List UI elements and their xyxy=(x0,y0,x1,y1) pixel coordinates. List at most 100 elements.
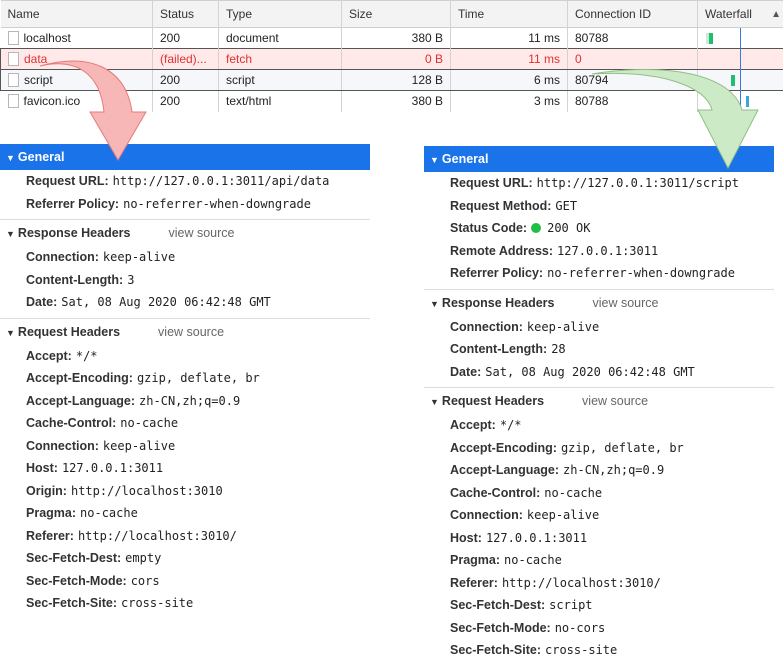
request-size: 0 B xyxy=(341,48,451,70)
triangle-down-icon: ▼ xyxy=(430,397,439,407)
header-value: gzip, deflate, br xyxy=(136,371,260,385)
header-key: Date: xyxy=(26,295,58,309)
header-row: Connection: keep-alive xyxy=(0,246,370,269)
request-size: 380 B xyxy=(341,90,451,112)
request-name: script xyxy=(24,73,53,87)
header-key: Referrer Policy: xyxy=(26,196,120,211)
table-row-failed[interactable]: data (failed)... fetch 0 B 11 ms 0 xyxy=(0,48,783,70)
response-headers-section-header[interactable]: ▼ Response Headers view source xyxy=(424,290,774,316)
request-size: 380 B xyxy=(341,27,451,49)
header-value: http://localhost:3010/ xyxy=(77,528,237,543)
header-value: http://127.0.0.1:3011/script xyxy=(536,176,739,190)
triangle-down-icon: ▼ xyxy=(6,153,15,163)
header-key: Accept-Language: xyxy=(26,393,136,408)
header-row: Sec-Fetch-Dest: script xyxy=(424,594,774,617)
header-key: Sec-Fetch-Dest: xyxy=(450,598,546,612)
header-row: Content-Length: 3 xyxy=(0,269,370,292)
header-value: http://127.0.0.1:3011/api/data xyxy=(112,174,330,188)
table-row[interactable]: localhost 200 document 380 B 11 ms 80788 xyxy=(0,27,783,49)
col-connection-id-header[interactable]: Connection ID xyxy=(567,0,698,28)
col-status-header[interactable]: Status xyxy=(152,0,219,28)
header-row: Accept: */* xyxy=(424,414,774,437)
header-value: no-cache xyxy=(544,485,603,500)
request-connection-id: 0 xyxy=(567,48,698,70)
header-row: Date: Sat, 08 Aug 2020 06:42:48 GMT xyxy=(424,361,774,384)
header-value: script xyxy=(549,598,593,612)
request-name: favicon.ico xyxy=(23,94,81,109)
col-time-header[interactable]: Time xyxy=(450,0,568,28)
header-value: 3 xyxy=(127,272,135,287)
header-key: Referrer Policy: xyxy=(450,266,544,280)
col-type-header[interactable]: Type xyxy=(218,0,342,28)
header-value: Sat, 08 Aug 2020 06:42:48 GMT xyxy=(61,295,271,309)
view-source-link[interactable]: view source xyxy=(592,296,658,310)
header-row: Sec-Fetch-Site: cross-site xyxy=(424,639,774,662)
header-row: Remote Address: 127.0.0.1:3011 xyxy=(424,240,774,263)
response-headers-section-header[interactable]: ▼ Response Headers view source xyxy=(0,220,370,246)
general-section-header[interactable]: ▼ General xyxy=(424,146,774,172)
network-request-table: Name Status Type Size Time Connection ID… xyxy=(0,0,783,124)
view-source-link[interactable]: view source xyxy=(158,325,224,339)
header-row: Sec-Fetch-Dest: empty xyxy=(0,547,370,570)
header-key: Pragma: xyxy=(450,553,501,567)
header-key: Origin: xyxy=(26,483,67,498)
request-status: 200 xyxy=(152,27,219,49)
header-value: cors xyxy=(130,573,160,588)
col-size-header[interactable]: Size xyxy=(341,0,451,28)
header-key: Accept: xyxy=(26,348,72,363)
general-section-header[interactable]: ▼ General xyxy=(0,144,370,170)
header-row: Cache-Control: no-cache xyxy=(0,412,370,435)
col-waterfall-header[interactable]: Waterfall ▲ xyxy=(697,0,783,28)
header-value: 127.0.0.1:3011 xyxy=(485,530,588,545)
header-row: Connection: keep-alive xyxy=(424,316,774,339)
section-title: General xyxy=(17,150,65,164)
request-type: script xyxy=(218,69,342,91)
view-source-link[interactable]: view source xyxy=(582,394,648,408)
header-key: Content-Length: xyxy=(450,342,548,356)
header-value: keep-alive xyxy=(102,438,176,453)
header-row: Sec-Fetch-Site: cross-site xyxy=(0,592,370,615)
header-row: Connection: keep-alive xyxy=(0,435,370,458)
header-row: Request URL: http://127.0.0.1:3011/script xyxy=(424,172,774,195)
header-key: Connection: xyxy=(26,438,99,453)
header-key: Connection: xyxy=(26,250,99,264)
table-row[interactable]: favicon.ico 200 text/html 380 B 3 ms 807… xyxy=(0,90,783,112)
request-details-script: ▼ General Request URL: http://127.0.0.1:30… xyxy=(424,146,774,662)
header-value: */* xyxy=(75,348,98,363)
header-key: Sec-Fetch-Dest: xyxy=(26,551,122,565)
header-row: Sec-Fetch-Mode: no-cors xyxy=(424,617,774,640)
header-row: Referer: http://localhost:3010/ xyxy=(0,525,370,548)
header-key: Cache-Control: xyxy=(450,485,541,500)
file-icon xyxy=(7,94,19,109)
header-value: */* xyxy=(499,418,522,432)
request-name: data xyxy=(24,52,48,66)
header-key: Request Method: xyxy=(450,198,552,213)
waterfall-bar xyxy=(731,75,735,86)
header-value: zh-CN,zh;q=0.9 xyxy=(139,393,241,408)
header-key: Referer: xyxy=(26,528,74,543)
request-status: 200 xyxy=(152,69,219,91)
view-source-link[interactable]: view source xyxy=(168,226,234,240)
header-row: Referrer Policy: no-referrer-when-downgra… xyxy=(424,262,774,285)
request-type: text/html xyxy=(218,90,342,112)
request-headers-section-header[interactable]: ▼ Request Headers view source xyxy=(424,388,774,414)
header-row: Content-Length: 28 xyxy=(424,338,774,361)
header-key: Sec-Fetch-Mode: xyxy=(450,620,551,635)
triangle-down-icon: ▼ xyxy=(6,229,15,239)
header-value: gzip, deflate, br xyxy=(560,440,684,455)
col-name-header[interactable]: Name xyxy=(0,0,153,28)
triangle-down-icon: ▼ xyxy=(430,298,439,309)
request-headers-section-header[interactable]: ▼ Request Headers view source xyxy=(0,319,370,345)
request-size: 128 B xyxy=(341,69,451,91)
section-title: General xyxy=(441,152,489,166)
header-key: Content-Length: xyxy=(26,272,124,287)
triangle-down-icon: ▼ xyxy=(430,155,439,165)
section-title: Request Headers xyxy=(17,324,121,339)
header-row: Accept-Encoding: gzip, deflate, br xyxy=(424,437,774,460)
table-row[interactable]: script 200 script 128 B 6 ms 80794 xyxy=(0,69,783,91)
header-value: cross-site xyxy=(545,643,618,657)
header-key: Status Code: xyxy=(450,221,528,235)
section-title: Response Headers xyxy=(17,226,131,240)
section-title: Request Headers xyxy=(441,394,545,408)
header-row: Pragma: no-cache xyxy=(0,502,370,525)
